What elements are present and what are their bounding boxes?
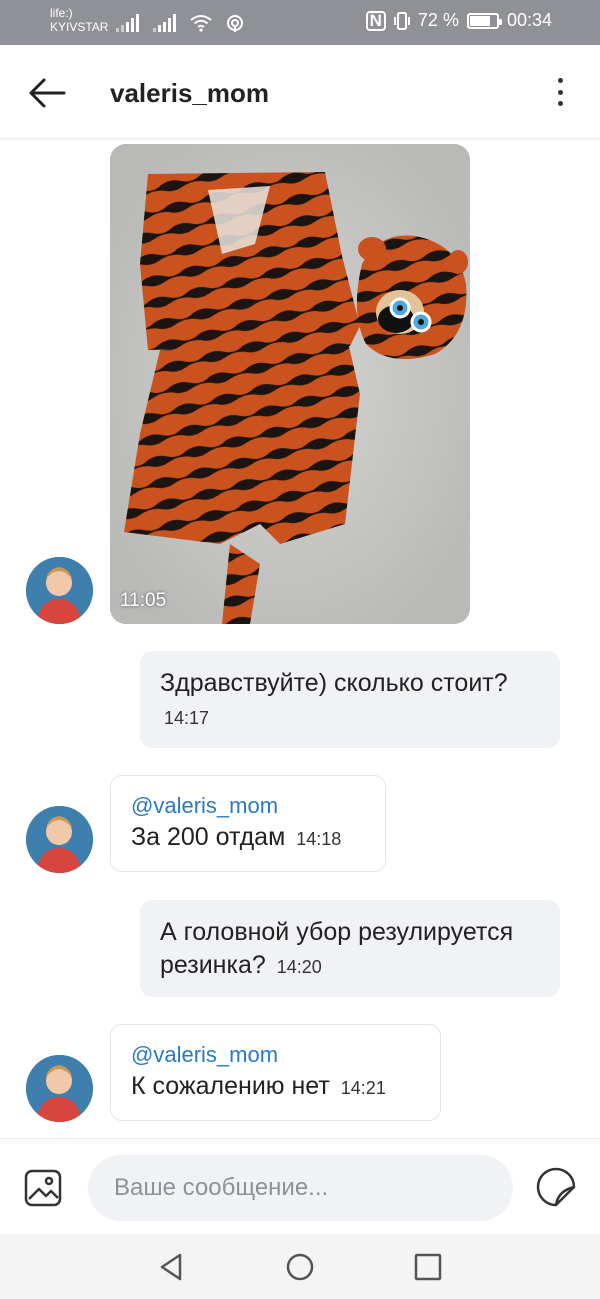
carrier-label: life:) KYIVSTAR: [50, 6, 108, 34]
carrier-line1: life:): [50, 6, 73, 20]
chat-header: valeris_mom: [0, 45, 600, 139]
battery-percent: 72 %: [417, 10, 459, 30]
carrier-line2: KYIVSTAR: [50, 20, 109, 34]
message-time: 14:21: [340, 1078, 386, 1098]
battery-icon: [466, 12, 502, 29]
outgoing-message[interactable]: А головной убор резулируется резинка? 14…: [140, 900, 560, 997]
attach-image-button[interactable]: [24, 1169, 62, 1207]
more-vertical-icon: [557, 78, 563, 83]
message-text: За 200 отдам: [131, 823, 286, 851]
arrow-left-icon: [29, 78, 66, 108]
hotspot-icon: [227, 15, 243, 32]
signal-group: [116, 12, 244, 32]
mention-link[interactable]: @valeris_mom: [131, 791, 365, 821]
chat-title[interactable]: valeris_mom: [110, 78, 269, 109]
message-time: 14:17: [164, 708, 210, 728]
message-text: К сожалению нет: [131, 1072, 330, 1100]
message-input[interactable]: [88, 1155, 513, 1221]
avatar[interactable]: [26, 557, 93, 624]
sticker-button[interactable]: [536, 1167, 576, 1207]
wifi-icon: [190, 15, 212, 32]
nav-recent-button[interactable]: [413, 1252, 443, 1282]
message-time: 14:20: [276, 957, 322, 977]
status-bar: life:) KYIVSTAR N 72 % 00:34: [0, 0, 600, 45]
avatar-image: [26, 806, 93, 873]
nav-back-button[interactable]: [156, 1252, 186, 1282]
mention-link[interactable]: @valeris_mom: [131, 1040, 420, 1070]
avatar-image: [26, 1055, 93, 1122]
vibrate-icon: [393, 11, 410, 30]
outgoing-message[interactable]: Здравствуйте) сколько стоит? 14:17: [140, 651, 560, 748]
message-composer: [0, 1138, 600, 1234]
incoming-message[interactable]: @valeris_mom За 200 отдам 14:18: [110, 775, 386, 872]
system-nav-bar: [0, 1234, 600, 1299]
incoming-message[interactable]: @valeris_mom К сожалению нет 14:21: [110, 1024, 441, 1121]
triangle-back-icon: [160, 1253, 182, 1281]
avatar[interactable]: [26, 1055, 93, 1122]
back-button[interactable]: [26, 73, 70, 113]
message-time: 11:05: [120, 590, 167, 611]
sticker-icon: [536, 1167, 576, 1207]
avatar[interactable]: [26, 806, 93, 873]
more-menu-button[interactable]: [548, 75, 572, 109]
avatar-image: [26, 557, 93, 624]
message-text: А головной убор резулируется резинка?: [160, 918, 514, 979]
message-text: Здравствуйте) сколько стоит?: [160, 669, 508, 697]
square-recent-icon: [414, 1253, 442, 1281]
signal-1-icon: [116, 14, 139, 32]
photo-message[interactable]: 11:05: [110, 144, 470, 624]
tiger-costume-photo: [110, 144, 470, 624]
signal-2-icon: [153, 14, 176, 32]
nav-home-button[interactable]: [285, 1252, 315, 1282]
circle-home-icon: [286, 1253, 314, 1281]
nfc-icon: N: [365, 10, 386, 31]
image-icon: [24, 1169, 62, 1207]
status-right: N 72 % 00:34: [365, 10, 552, 31]
message-time: 14:18: [296, 829, 342, 849]
clock: 00:34: [506, 10, 552, 30]
